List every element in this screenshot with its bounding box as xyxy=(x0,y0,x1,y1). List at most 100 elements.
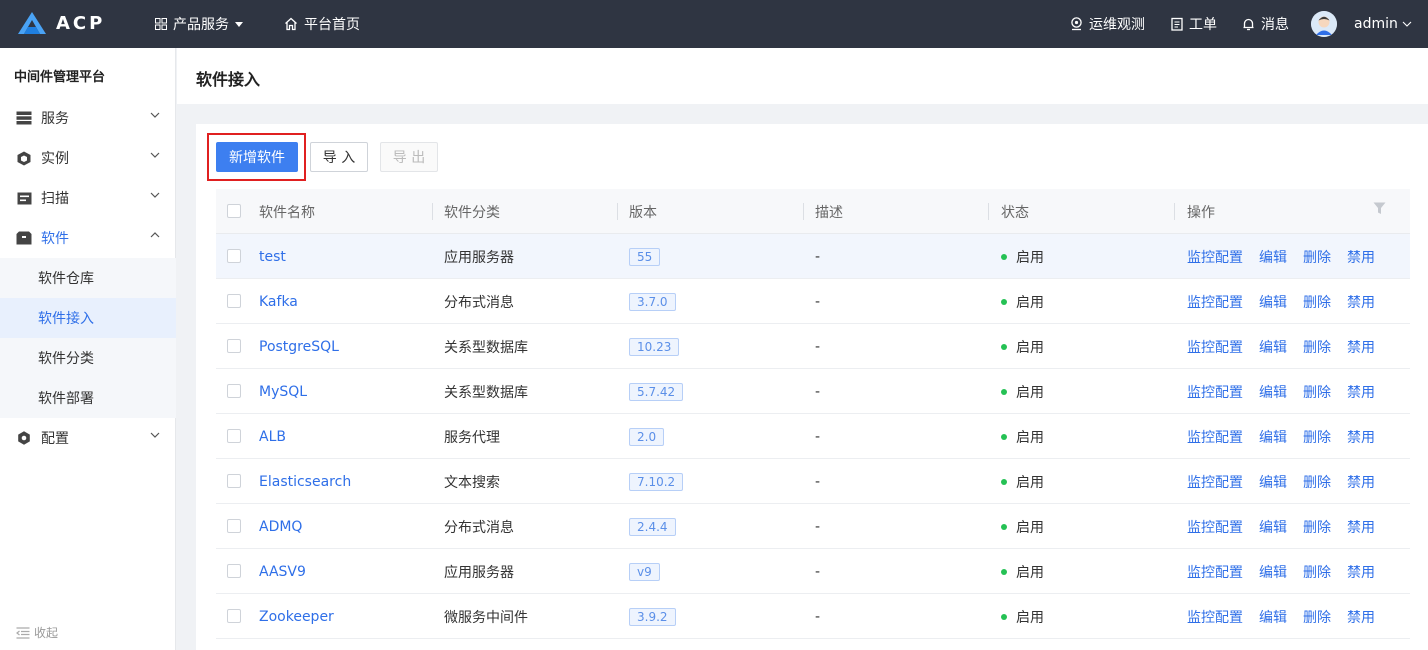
monitor-config-link[interactable]: 监控配置 xyxy=(1187,247,1243,267)
monitor-config-link[interactable]: 监控配置 xyxy=(1187,607,1243,627)
user-avatar[interactable] xyxy=(1311,11,1337,37)
software-name-link[interactable]: Zookeeper xyxy=(259,594,334,639)
column-header-status: 状态 xyxy=(1001,204,1029,221)
import-button[interactable]: 导 入 xyxy=(310,142,368,172)
software-name-link[interactable]: AASV9 xyxy=(259,549,306,594)
edit-link[interactable]: 编辑 xyxy=(1259,472,1287,492)
row-checkbox[interactable] xyxy=(227,339,241,353)
add-software-button[interactable]: 新增软件 xyxy=(216,142,298,172)
monitor-config-link[interactable]: 监控配置 xyxy=(1187,562,1243,582)
edit-link[interactable]: 编辑 xyxy=(1259,607,1287,627)
sidebar-collapse-button[interactable]: 收起 xyxy=(16,624,58,641)
column-header-description: 描述 xyxy=(815,204,843,221)
description-cell: - xyxy=(815,563,821,580)
delete-link[interactable]: 删除 xyxy=(1303,427,1331,447)
sidebar-item-instance[interactable]: 实例 xyxy=(0,138,176,178)
delete-link[interactable]: 删除 xyxy=(1303,607,1331,627)
acp-logo[interactable]: ACP xyxy=(16,10,105,36)
disable-link[interactable]: 禁用 xyxy=(1347,247,1375,267)
disable-link[interactable]: 禁用 xyxy=(1347,562,1375,582)
sidebar-item-scan[interactable]: 扫描 xyxy=(0,178,176,218)
message-link[interactable]: 消息 xyxy=(1242,0,1289,48)
delete-link[interactable]: 删除 xyxy=(1303,382,1331,402)
table-row: Kafka 分布式消息 3.7.0 - 启用 监控配置 编辑 删除 禁用 xyxy=(216,279,1410,324)
sidebar-item-software[interactable]: 软件 xyxy=(0,218,176,258)
delete-link[interactable]: 删除 xyxy=(1303,517,1331,537)
sidebar: 中间件管理平台 服务 实例 扫描 软件 软件仓库 软件接入 软件分类 软件部署 … xyxy=(0,48,176,650)
row-checkbox[interactable] xyxy=(227,609,241,623)
clipboard-icon xyxy=(1171,17,1183,31)
monitor-config-link[interactable]: 监控配置 xyxy=(1187,382,1243,402)
table-row: PostgreSQL 关系型数据库 10.23 - 启用 监控配置 编辑 删除 禁用 xyxy=(216,324,1410,369)
page-header: 软件接入 xyxy=(177,48,1428,104)
software-name-link[interactable]: PostgreSQL xyxy=(259,324,339,369)
select-all-checkbox[interactable] xyxy=(227,204,241,218)
disable-link[interactable]: 禁用 xyxy=(1347,472,1375,492)
status-label: 启用 xyxy=(1016,339,1044,356)
software-name-link[interactable]: Kafka xyxy=(259,279,298,324)
disable-link[interactable]: 禁用 xyxy=(1347,382,1375,402)
row-checkbox[interactable] xyxy=(227,384,241,398)
sidebar-item-config[interactable]: 配置 xyxy=(0,418,176,458)
edit-link[interactable]: 编辑 xyxy=(1259,562,1287,582)
sidebar-subitem-software-access[interactable]: 软件接入 xyxy=(0,298,176,338)
edit-link[interactable]: 编辑 xyxy=(1259,427,1287,447)
sidebar-item-label: 服务 xyxy=(41,111,69,127)
delete-link[interactable]: 删除 xyxy=(1303,247,1331,267)
delete-link[interactable]: 删除 xyxy=(1303,337,1331,357)
edit-link[interactable]: 编辑 xyxy=(1259,247,1287,267)
row-checkbox[interactable] xyxy=(227,564,241,578)
version-cell: v9 xyxy=(629,549,660,594)
row-checkbox[interactable] xyxy=(227,474,241,488)
software-category: 应用服务器 xyxy=(444,249,514,266)
disable-link[interactable]: 禁用 xyxy=(1347,607,1375,627)
monitor-config-link[interactable]: 监控配置 xyxy=(1187,472,1243,492)
status-dot-icon xyxy=(1001,613,1007,620)
disable-link[interactable]: 禁用 xyxy=(1347,517,1375,537)
row-checkbox[interactable] xyxy=(227,294,241,308)
version-tag: 55 xyxy=(629,247,661,266)
chevron-up-icon xyxy=(150,232,160,238)
edit-link[interactable]: 编辑 xyxy=(1259,382,1287,402)
monitor-config-link[interactable]: 监控配置 xyxy=(1187,427,1243,447)
sidebar-subitem-software-repo[interactable]: 软件仓库 xyxy=(0,258,176,298)
edit-link[interactable]: 编辑 xyxy=(1259,517,1287,537)
status-label: 启用 xyxy=(1016,294,1044,311)
sidebar-item-service[interactable]: 服务 xyxy=(0,98,176,138)
row-checkbox[interactable] xyxy=(227,249,241,263)
monitor-config-link[interactable]: 监控配置 xyxy=(1187,292,1243,312)
software-category: 分布式消息 xyxy=(444,294,514,311)
software-category: 关系型数据库 xyxy=(444,339,528,356)
user-menu[interactable]: admin xyxy=(1354,0,1412,48)
software-name-link[interactable]: test xyxy=(259,234,286,279)
sidebar-subitem-software-deploy[interactable]: 软件部署 xyxy=(0,378,176,418)
software-name-link[interactable]: Elasticsearch xyxy=(259,459,351,504)
row-checkbox[interactable] xyxy=(227,429,241,443)
edit-link[interactable]: 编辑 xyxy=(1259,337,1287,357)
edit-link[interactable]: 编辑 xyxy=(1259,292,1287,312)
username-label: admin xyxy=(1354,16,1398,32)
software-name-link[interactable]: ALB xyxy=(259,414,286,459)
package-icon xyxy=(16,230,32,246)
version-cell: 55 xyxy=(629,234,661,279)
monitor-config-link[interactable]: 监控配置 xyxy=(1187,517,1243,537)
monitor-config-link[interactable]: 监控配置 xyxy=(1187,337,1243,357)
sidebar-subitem-software-category[interactable]: 软件分类 xyxy=(0,338,176,378)
version-cell: 2.0 xyxy=(629,414,665,459)
software-name-link[interactable]: ADMQ xyxy=(259,504,302,549)
ticket-link[interactable]: 工单 xyxy=(1171,0,1217,48)
delete-link[interactable]: 删除 xyxy=(1303,472,1331,492)
delete-link[interactable]: 删除 xyxy=(1303,562,1331,582)
delete-link[interactable]: 删除 xyxy=(1303,292,1331,312)
platform-home-link[interactable]: 平台首页 xyxy=(284,0,360,48)
ops-observe-link[interactable]: 运维观测 xyxy=(1070,0,1145,48)
software-category: 关系型数据库 xyxy=(444,384,528,401)
product-services-menu[interactable]: 产品服务 xyxy=(155,0,243,48)
row-checkbox[interactable] xyxy=(227,519,241,533)
disable-link[interactable]: 禁用 xyxy=(1347,337,1375,357)
table-row: ALB 服务代理 2.0 - 启用 监控配置 编辑 删除 禁用 xyxy=(216,414,1410,459)
disable-link[interactable]: 禁用 xyxy=(1347,427,1375,447)
disable-link[interactable]: 禁用 xyxy=(1347,292,1375,312)
software-name-link[interactable]: MySQL xyxy=(259,369,307,414)
filter-icon[interactable] xyxy=(1373,202,1386,215)
